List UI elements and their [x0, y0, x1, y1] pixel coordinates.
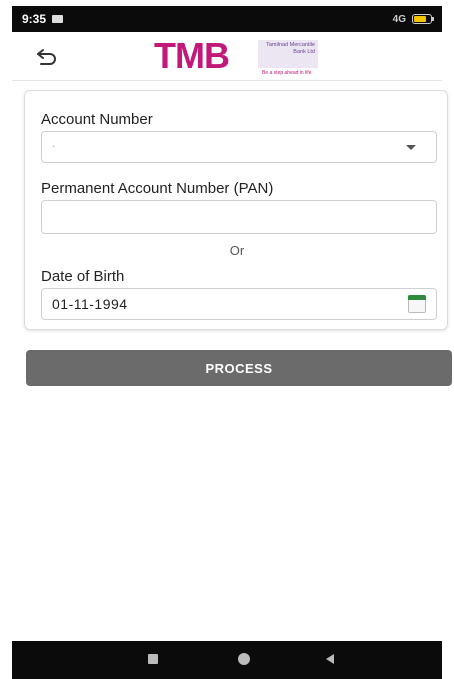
recent-apps-square-icon[interactable]: [148, 654, 158, 664]
logo-box: Tamilnad Mercantile Bank Ltd: [258, 40, 318, 68]
chevron-down-icon: [406, 145, 416, 150]
form-card: Account Number . Permanent Account Numbe…: [24, 90, 448, 330]
process-button[interactable]: PROCESS: [26, 350, 452, 386]
dob-input[interactable]: 01-11-1994: [41, 288, 437, 320]
account-number-select[interactable]: .: [41, 131, 437, 163]
app-header: TMB Tamilnad Mercantile Bank Ltd Be a st…: [12, 32, 442, 81]
back-arrow-icon: [37, 49, 56, 65]
bank-logo: TMB Tamilnad Mercantile Bank Ltd Be a st…: [154, 34, 334, 78]
logo-text: TMB: [154, 35, 230, 76]
message-icon: [52, 15, 64, 23]
battery-icon: [412, 14, 434, 24]
status-bar: 9:35 4G: [12, 6, 442, 32]
back-button[interactable]: [34, 44, 60, 70]
dob-label: Date of Birth: [41, 268, 125, 285]
status-time: 9:35: [22, 12, 47, 26]
calendar-icon[interactable]: [408, 295, 426, 313]
status-right: 4G: [392, 13, 434, 25]
signal-indicator: 4G: [392, 13, 406, 25]
account-number-value: .: [52, 136, 56, 150]
dob-value: 01-11-1994: [52, 296, 128, 312]
or-divider-text: Or: [229, 243, 245, 258]
pan-label: Permanent Account Number (PAN): [41, 180, 274, 197]
status-left: 9:35: [22, 12, 64, 26]
back-triangle-icon[interactable]: [326, 654, 334, 664]
pan-input[interactable]: [41, 200, 437, 234]
home-circle-icon[interactable]: [238, 653, 250, 665]
system-nav-bar: [12, 641, 442, 679]
logo-tagline: Be a step ahead in life: [262, 70, 312, 76]
account-number-label: Account Number: [41, 111, 153, 128]
